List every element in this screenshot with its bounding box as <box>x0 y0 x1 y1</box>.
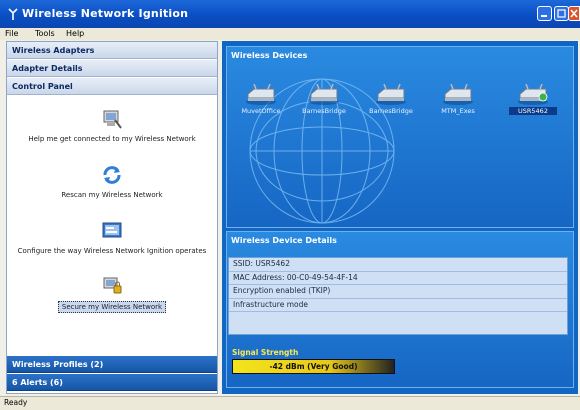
details-panel-title: Wireless Device Details <box>231 236 337 245</box>
sidebar-section-profiles[interactable]: Wireless Profiles (2) <box>7 356 217 373</box>
control-panel-label-rescan: Rescan my Wireless Network <box>61 191 163 199</box>
maximize-button[interactable] <box>554 6 569 21</box>
router-icon <box>443 84 473 105</box>
rescan-icon <box>103 166 121 184</box>
control-panel-label-connect: Help me get connected to my Wireless Net… <box>28 135 196 143</box>
signal-strength-bar: -42 dBm (Very Good) <box>232 359 395 374</box>
status-text: Ready <box>4 398 28 407</box>
device-usr5462[interactable]: USR5462 <box>509 84 557 115</box>
device-mtm-exes[interactable]: MTM_Exes <box>434 84 482 115</box>
detail-row-mode: Infrastructure mode <box>229 299 567 312</box>
wireless-app-icon <box>8 8 18 20</box>
control-panel-label-configure: Configure the way Wireless Network Ignit… <box>17 247 207 255</box>
minimize-icon <box>541 15 547 17</box>
menu-file[interactable]: File <box>5 29 18 38</box>
secure-icon <box>103 277 122 294</box>
control-panel-item-connect[interactable]: Help me get connected to my Wireless Net… <box>7 108 217 143</box>
router-icon <box>246 84 276 105</box>
device-label: USR5462 <box>509 107 557 115</box>
menu-help[interactable]: Help <box>66 29 84 38</box>
close-button[interactable] <box>568 6 580 21</box>
devices-panel: Wireless Devices MuvetOffice BarnesBridg… <box>226 46 574 228</box>
devices-panel-title: Wireless Devices <box>231 51 308 60</box>
title-bar[interactable]: Wireless Network Ignition <box>0 0 580 28</box>
main-area: Wireless Devices MuvetOffice BarnesBridg… <box>222 41 578 394</box>
sidebar-section-control-panel[interactable]: Control Panel <box>7 78 217 95</box>
device-label: BarnesBridge <box>302 107 346 115</box>
sidebar-section-adapters[interactable]: Wireless Adapters <box>7 42 217 59</box>
control-panel-item-configure[interactable]: Configure the way Wireless Network Ignit… <box>7 220 217 255</box>
device-barnesbridge-1[interactable]: BarnesBridge <box>300 84 348 115</box>
router-icon <box>309 84 339 105</box>
router-connected-icon <box>518 84 548 105</box>
detail-row-ssid: SSID: USR5462 <box>229 258 567 272</box>
maximize-icon <box>557 9 566 18</box>
close-icon <box>570 9 578 18</box>
device-muvetoffice[interactable]: MuvetOffice <box>237 84 285 115</box>
device-details-list: SSID: USR5462 MAC Address: 00-C0-49-54-4… <box>228 257 568 335</box>
control-panel-item-secure[interactable]: Secure my Wireless Network <box>7 274 217 313</box>
menu-bar: File Tools Help <box>0 28 580 40</box>
computer-help-icon <box>103 110 122 129</box>
device-label: MTM_Exes <box>441 107 475 115</box>
control-panel-item-rescan[interactable]: Rescan my Wireless Network <box>7 164 217 199</box>
detail-row-mac: MAC Address: 00-C0-49-54-4F-14 <box>229 272 567 285</box>
device-barnesbridge-2[interactable]: BarnesBridge <box>367 84 415 115</box>
status-bar: Ready <box>0 396 580 410</box>
window-title: Wireless Network Ignition <box>22 7 189 20</box>
sidebar-section-adapter-details[interactable]: Adapter Details <box>7 60 217 77</box>
signal-strength-label: Signal Strength <box>232 348 299 357</box>
router-icon <box>376 84 406 105</box>
detail-row-encryption: Encryption enabled (TKIP) <box>229 285 567 299</box>
sidebar: Wireless Adapters Adapter Details Contro… <box>6 41 218 394</box>
minimize-button[interactable] <box>537 6 552 21</box>
app-window: Wireless Network Ignition File Tools Hel… <box>0 0 580 410</box>
device-label: BarnesBridge <box>369 107 413 115</box>
menu-tools[interactable]: Tools <box>35 29 55 38</box>
sidebar-section-alerts[interactable]: 6 Alerts (6) <box>7 374 217 391</box>
control-panel-label-secure: Secure my Wireless Network <box>57 301 167 313</box>
device-label: MuvetOffice <box>241 107 281 115</box>
configure-icon <box>102 222 122 238</box>
